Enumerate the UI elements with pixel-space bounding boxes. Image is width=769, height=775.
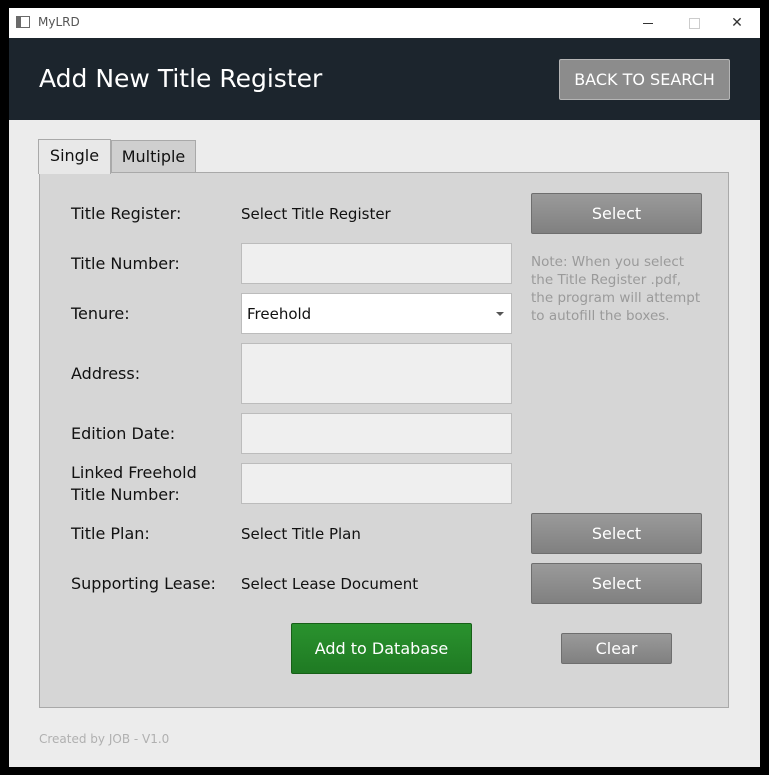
title-number-input[interactable] bbox=[241, 243, 512, 284]
tenure-selected-value: Freehold bbox=[247, 305, 312, 323]
title-register-value: Select Title Register bbox=[241, 205, 391, 223]
add-to-database-button[interactable]: Add to Database bbox=[291, 623, 472, 674]
select-title-plan-button[interactable]: Select bbox=[531, 513, 702, 554]
address-label: Address: bbox=[71, 364, 141, 383]
select-lease-button[interactable]: Select bbox=[531, 563, 702, 604]
linked-freehold-label-line2: Title Number: bbox=[71, 485, 180, 504]
linked-freehold-input[interactable] bbox=[241, 463, 512, 504]
chevron-down-icon bbox=[496, 312, 504, 316]
page-title: Add New Title Register bbox=[39, 64, 323, 93]
edition-date-label: Edition Date: bbox=[71, 424, 176, 443]
back-to-search-button[interactable]: BACK TO SEARCH bbox=[559, 59, 730, 100]
title-number-label: Title Number: bbox=[71, 254, 180, 273]
edition-date-input[interactable] bbox=[241, 413, 512, 454]
autofill-note: Note: When you select the Title Register… bbox=[531, 254, 701, 324]
tenure-label: Tenure: bbox=[71, 304, 130, 323]
window-title: MyLRD bbox=[38, 15, 80, 29]
linked-freehold-label-line1: Linked Freehold bbox=[71, 463, 197, 482]
tenure-select[interactable]: Freehold bbox=[241, 293, 512, 334]
app-icon bbox=[16, 16, 30, 28]
supporting-lease-label: Supporting Lease: bbox=[71, 574, 216, 593]
footer-credit: Created by JOB - V1.0 bbox=[39, 732, 170, 746]
close-icon[interactable]: ✕ bbox=[714, 8, 760, 38]
select-title-register-button[interactable]: Select bbox=[531, 193, 702, 234]
supporting-lease-value: Select Lease Document bbox=[241, 575, 419, 593]
title-plan-value: Select Title Plan bbox=[241, 525, 361, 543]
page-header: Add New Title Register BACK TO SEARCH bbox=[9, 38, 760, 120]
tab-multiple[interactable]: Multiple bbox=[111, 140, 196, 174]
app-window: MyLRD ✕ Add New Title Register BACK TO S… bbox=[9, 8, 760, 767]
address-input[interactable] bbox=[241, 343, 512, 404]
title-bar[interactable]: MyLRD ✕ bbox=[9, 8, 760, 38]
title-plan-label: Title Plan: bbox=[71, 524, 150, 543]
minimize-icon[interactable] bbox=[625, 8, 671, 38]
tab-single[interactable]: Single bbox=[38, 139, 111, 174]
maximize-icon[interactable] bbox=[671, 8, 717, 38]
clear-button[interactable]: Clear bbox=[561, 633, 672, 664]
title-register-label: Title Register: bbox=[71, 204, 182, 223]
